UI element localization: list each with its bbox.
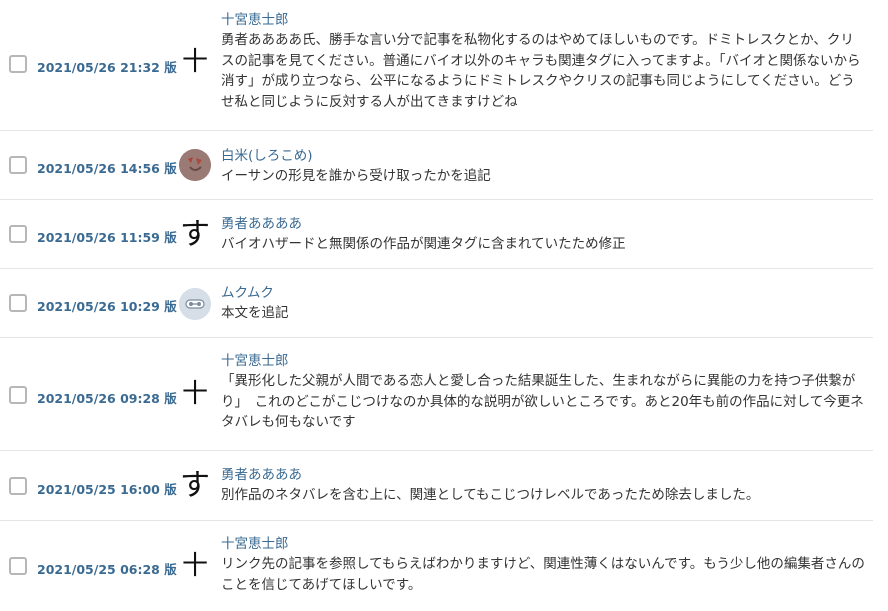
- user-link[interactable]: 十宮恵士郎: [221, 534, 866, 554]
- user-link[interactable]: ムクムク: [221, 283, 866, 303]
- revision-row: 2021/05/26 11:59 版 す 勇者ああああ バイオハザードと無関係の…: [0, 200, 873, 269]
- revision-row: 2021/05/26 21:32 版 十 十宮恵士郎 勇者ああああ氏、勝手な言い…: [0, 0, 873, 131]
- revision-content: 勇者ああああ 別作品のネタバレを含む上に、関連としてもこじつけレベルであったため…: [221, 465, 866, 506]
- version-link[interactable]: 2021/05/26 10:29 版: [37, 296, 177, 315]
- version-link[interactable]: 2021/05/26 11:59 版: [37, 227, 177, 246]
- version-link[interactable]: 2021/05/26 21:32 版: [37, 57, 177, 76]
- revision-comment: 本文を追記: [221, 305, 289, 321]
- user-link[interactable]: 十宮恵士郎: [221, 10, 866, 30]
- revision-comment: 「異形化した父親が人間である恋人と愛し合った結果誕生した、生まれながらに異能の力…: [221, 373, 864, 430]
- revision-checkbox[interactable]: [9, 386, 27, 404]
- revision-checkbox[interactable]: [9, 225, 27, 243]
- revision-content: 十宮恵士郎 勇者ああああ氏、勝手な言い分で記事を私物化するのはやめてほしいもので…: [221, 10, 866, 112]
- revision-comment: リンク先の記事を参照してもらえばわかりますけど、関連性薄くはないんです。もう少し…: [221, 556, 865, 593]
- revision-row: 2021/05/26 10:29 版 ムクムク 本文を追記: [0, 269, 873, 338]
- revision-checkbox[interactable]: [9, 55, 27, 73]
- version-link[interactable]: 2021/05/25 06:28 版: [37, 559, 177, 578]
- revision-row: 2021/05/25 16:00 版 す 勇者ああああ 別作品のネタバレを含む上…: [0, 451, 873, 521]
- revision-comment: バイオハザードと無関係の作品が関連タグに含まれていたため修正: [221, 236, 626, 252]
- user-link[interactable]: 勇者ああああ: [221, 214, 866, 234]
- ju-glyph-icon: 十: [181, 47, 208, 77]
- revision-row: 2021/05/26 14:56 版 白米(しろこめ) イーサンの形見を誰から受…: [0, 131, 873, 200]
- revision-content: 十宮恵士郎 「異形化した父親が人間である恋人と愛し合った結果誕生した、生まれなが…: [221, 351, 866, 433]
- photo-avatar-icon: [179, 149, 211, 181]
- version-link[interactable]: 2021/05/26 09:28 版: [37, 388, 177, 407]
- robot-avatar-icon: [179, 288, 211, 320]
- revision-comment: 別作品のネタバレを含む上に、関連としてもこじつけレベルであったため除去しました。: [221, 487, 760, 503]
- revision-content: 勇者ああああ バイオハザードと無関係の作品が関連タグに含まれていたため修正: [221, 214, 866, 255]
- revision-checkbox[interactable]: [9, 294, 27, 312]
- revision-checkbox[interactable]: [9, 557, 27, 575]
- su-glyph-icon: す: [180, 470, 210, 502]
- su-glyph-icon: す: [180, 219, 210, 251]
- ju-glyph-icon: 十: [181, 379, 208, 409]
- revision-row: 2021/05/25 06:28 版 十 十宮恵士郎 リンク先の記事を参照しても…: [0, 521, 873, 611]
- revision-comment: 勇者ああああ氏、勝手な言い分で記事を私物化するのはやめてほしいものです。ドミトレ…: [221, 32, 861, 110]
- revision-checkbox[interactable]: [9, 477, 27, 495]
- revision-comment: イーサンの形見を誰から受け取ったかを追記: [221, 168, 491, 184]
- revision-content: ムクムク 本文を追記: [221, 283, 866, 324]
- version-link[interactable]: 2021/05/26 14:56 版: [37, 158, 177, 177]
- ju-glyph-icon: 十: [181, 551, 208, 581]
- revision-checkbox[interactable]: [9, 156, 27, 174]
- user-link[interactable]: 勇者ああああ: [221, 465, 866, 485]
- revision-content: 白米(しろこめ) イーサンの形見を誰から受け取ったかを追記: [221, 146, 866, 187]
- revision-row: 2021/05/26 09:28 版 十 十宮恵士郎 「異形化した父親が人間であ…: [0, 338, 873, 451]
- version-link[interactable]: 2021/05/25 16:00 版: [37, 479, 177, 498]
- user-link[interactable]: 十宮恵士郎: [221, 351, 866, 371]
- revision-content: 十宮恵士郎 リンク先の記事を参照してもらえばわかりますけど、関連性薄くはないんで…: [221, 534, 866, 595]
- user-link[interactable]: 白米(しろこめ): [221, 146, 866, 166]
